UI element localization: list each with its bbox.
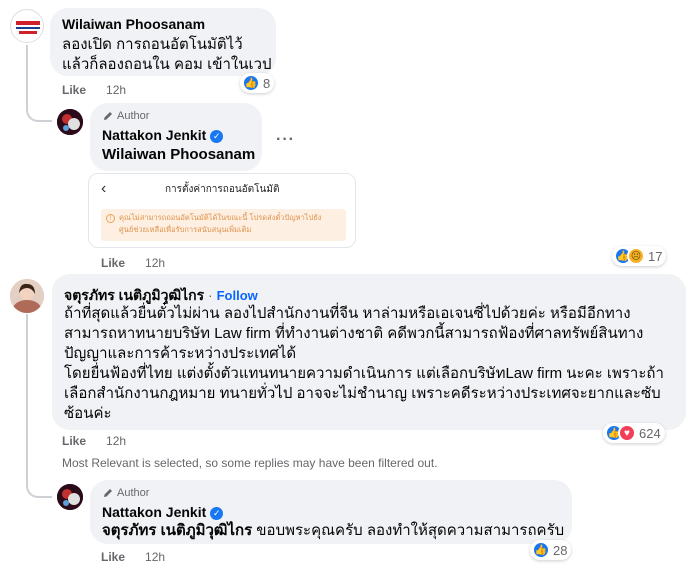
comment-actions: Like 12h bbox=[62, 434, 126, 448]
comment-text-line: แล้วก็ลองถอนใน คอม เข้าในเวป bbox=[62, 56, 272, 73]
author-badge: Author bbox=[102, 110, 149, 122]
warning-line: คุณไม่สามารถถอนอัตโนมัติได้ในขณะนี้ โปรด… bbox=[119, 213, 322, 222]
comment-author-name[interactable]: Wilaiwan Phoosanam bbox=[62, 16, 205, 32]
author-avatar[interactable] bbox=[57, 109, 83, 135]
reaction-count: 8 bbox=[263, 75, 271, 91]
like-reaction-icon: 👍 bbox=[532, 541, 550, 559]
like-button[interactable]: Like bbox=[62, 434, 86, 448]
mention-link[interactable]: Wilaiwan Phoosanam bbox=[102, 146, 255, 163]
author-badge: Author bbox=[102, 487, 149, 499]
like-button[interactable]: Like bbox=[62, 83, 86, 97]
avatar-photo-icon bbox=[10, 279, 44, 313]
reaction-summary[interactable]: 👍 28 bbox=[530, 540, 572, 560]
reply-actions: Like 12h bbox=[101, 256, 165, 270]
comment-text-line: ถ้าที่สุดแล้วยื่นตั๋วไม่ผ่าน ลองไปสำนักง… bbox=[64, 305, 631, 322]
author-badge-label: Author bbox=[117, 110, 150, 122]
reaction-summary[interactable]: 👍 8 bbox=[240, 73, 275, 93]
timestamp[interactable]: 12h bbox=[106, 83, 126, 97]
comment-text-line: ลองเปิด การถอนอัตโนมัติไว้ bbox=[62, 36, 243, 53]
avatar-graphic-icon bbox=[57, 109, 83, 135]
reaction-count: 17 bbox=[648, 248, 663, 264]
author-avatar[interactable] bbox=[57, 484, 83, 510]
image-title: การตั้งค่าการถอนอัตโนมัติ bbox=[165, 184, 280, 195]
like-button[interactable]: Like bbox=[101, 256, 125, 270]
reply-author-link[interactable]: Nattakon Jenkit bbox=[102, 127, 206, 143]
separator-dot: · bbox=[208, 287, 213, 303]
comment-bubble: Wilaiwan Phoosanam ลองเปิด การถอนอัตโนมั… bbox=[50, 8, 276, 76]
comment-text-line: เลือกสำนักงานกฎหมาย ทนายทั่วไป อาจจะไม่ช… bbox=[64, 385, 661, 402]
comment-actions: Like 12h bbox=[62, 83, 126, 97]
reply-bubble: Author Nattakon Jenkit ✓ จตุรภัทร เนติภูม… bbox=[90, 480, 572, 544]
love-reaction-icon: ♥ bbox=[618, 424, 636, 442]
thread-connector bbox=[26, 45, 52, 122]
reaction-summary[interactable]: 👍 ♥ 624 bbox=[603, 423, 665, 443]
sad-reaction-icon: ☹ bbox=[627, 247, 645, 265]
more-options-icon[interactable]: ··· bbox=[276, 131, 295, 149]
comment-text-line: ปัญญาและการค้าระหว่างประเทศได้ bbox=[64, 345, 297, 362]
pencil-icon bbox=[104, 489, 112, 497]
warning-box: ! คุณไม่สามารถถอนอัตโนมัติได้ในขณะนี้ โป… bbox=[101, 209, 346, 241]
mention-link[interactable]: จตุรภัทร เนติภูมิวุฒิไกร bbox=[102, 522, 252, 539]
like-reaction-icon: 👍 bbox=[242, 74, 260, 92]
warning-line: ศูนย์ช่วยเหลือเพื่อรับการสนับสนุนเพิ่มเต… bbox=[119, 225, 252, 234]
follow-button[interactable]: Follow bbox=[217, 288, 258, 303]
comment-author-name[interactable]: จตุรภัทร เนติภูมิวุฒิไกร bbox=[64, 287, 204, 303]
reaction-summary[interactable]: 👍 ☹ 17 bbox=[612, 246, 667, 266]
attached-image[interactable]: ‹ การตั้งค่าการถอนอัตโนมัติ ! คุณไม่สามา… bbox=[88, 173, 356, 248]
reply-text-body: ขอบพระคุณครับ ลองทำให้สุดความสามารถครับ bbox=[252, 522, 565, 539]
reply-author-name: Nattakon Jenkit ✓ bbox=[102, 504, 224, 520]
filter-notice: Most Relevant is selected, so some repli… bbox=[62, 456, 438, 470]
verified-badge-icon: ✓ bbox=[210, 506, 224, 520]
chevron-left-icon: ‹ bbox=[101, 180, 107, 197]
thread-connector bbox=[26, 314, 52, 498]
commenter-avatar[interactable] bbox=[10, 279, 44, 313]
reply-text: จตุรภัทร เนติภูมิวุฒิไกร ขอบพระคุณครับ ล… bbox=[102, 521, 564, 541]
reply-actions: Like 12h bbox=[101, 550, 165, 564]
comment-text-line: โดยยื่นฟ้องที่ไทย แต่งตั้งตัวแทนทนายความ… bbox=[64, 365, 664, 382]
avatar-graphic-icon bbox=[57, 484, 83, 510]
avatar-logo-icon bbox=[12, 11, 43, 42]
info-warning-icon: ! bbox=[106, 214, 115, 223]
timestamp[interactable]: 12h bbox=[145, 550, 165, 564]
comment-bubble: จตุรภัทร เนติภูมิวุฒิไกร · Follow ถ้าที่… bbox=[52, 274, 686, 430]
pencil-icon bbox=[104, 112, 112, 120]
reaction-count: 624 bbox=[639, 425, 661, 441]
verified-badge-icon: ✓ bbox=[210, 129, 224, 143]
reply-author-name: Nattakon Jenkit ✓ bbox=[102, 127, 224, 143]
commenter-avatar[interactable] bbox=[10, 9, 44, 43]
comment-text-line: สามารถหาทนายบริษัท Law firm ที่ทำงานต่าง… bbox=[64, 325, 644, 342]
reply-bubble: Author Nattakon Jenkit ✓ Wilaiwan Phoosan… bbox=[90, 103, 262, 171]
warning-text: คุณไม่สามารถถอนอัตโนมัติได้ในขณะนี้ โปรด… bbox=[119, 212, 341, 236]
reply-author-link[interactable]: Nattakon Jenkit bbox=[102, 504, 206, 520]
like-button[interactable]: Like bbox=[101, 550, 125, 564]
reaction-count: 28 bbox=[553, 542, 568, 558]
author-badge-label: Author bbox=[117, 487, 150, 499]
timestamp[interactable]: 12h bbox=[106, 434, 126, 448]
comment-text-line: ซ้อนค่ะ bbox=[64, 405, 112, 422]
timestamp[interactable]: 12h bbox=[145, 256, 165, 270]
